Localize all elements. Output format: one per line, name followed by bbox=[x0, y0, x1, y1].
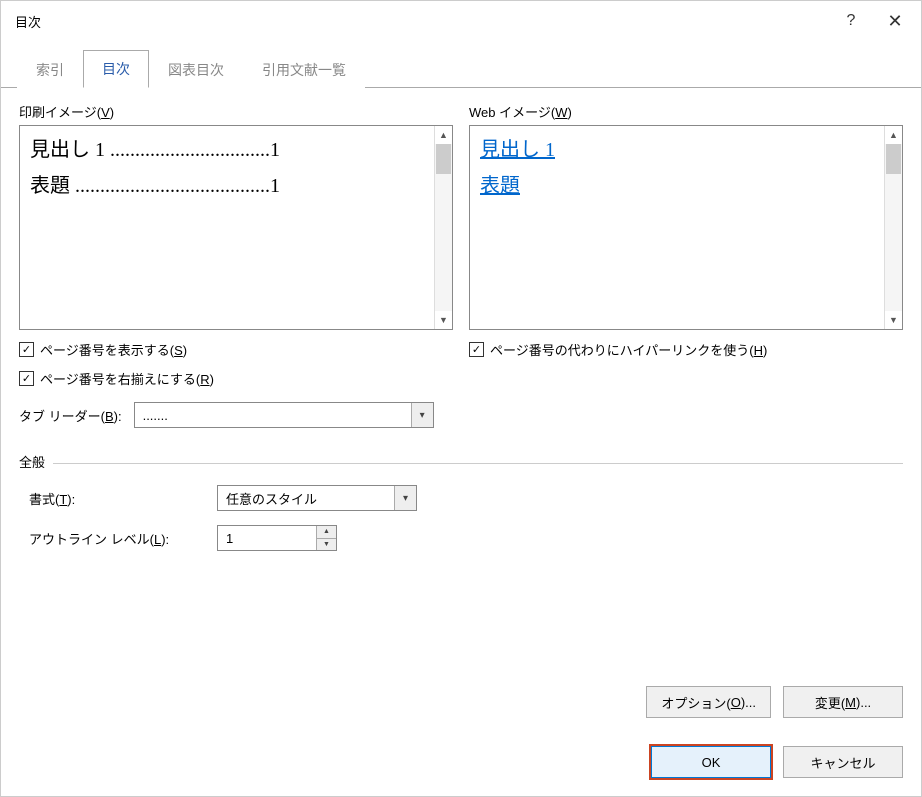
help-icon: ? bbox=[847, 12, 856, 30]
checkbox-icon[interactable] bbox=[469, 342, 484, 357]
checkbox-label: ページ番号を表示する(S) bbox=[40, 340, 187, 359]
titlebar: 目次 ? ✕ bbox=[1, 1, 921, 41]
chevron-down-icon[interactable]: ▾ bbox=[411, 403, 433, 427]
tab-strip: 索引 目次 図表目次 引用文献一覧 bbox=[1, 49, 921, 88]
modify-button[interactable]: 変更(M)... bbox=[783, 686, 903, 718]
format-dropdown[interactable]: 任意のスタイル ▾ bbox=[217, 485, 417, 511]
close-icon: ✕ bbox=[887, 11, 902, 32]
print-preview-label: 印刷イメージ(V) bbox=[19, 102, 453, 121]
format-row: 書式(T): 任意のスタイル ▾ bbox=[29, 485, 893, 511]
tab-citations[interactable]: 引用文献一覧 bbox=[243, 51, 365, 88]
print-preview-column: 印刷イメージ(V) 見出し 1 ........................… bbox=[19, 102, 453, 428]
format-label: 書式(T): bbox=[29, 489, 199, 508]
scroll-down-icon[interactable]: ▼ bbox=[435, 311, 452, 329]
format-value: 任意のスタイル bbox=[218, 489, 394, 508]
close-button[interactable]: ✕ bbox=[873, 2, 917, 40]
checkbox-show-page-numbers[interactable]: ページ番号を表示する(S) bbox=[19, 340, 453, 359]
tab-leader-dropdown[interactable]: ....... ▾ bbox=[134, 402, 434, 428]
web-preview-link-1[interactable]: 見出し 1 bbox=[480, 139, 555, 161]
web-preview-content: 見出し 1 表題 bbox=[470, 126, 884, 329]
preview-row: 印刷イメージ(V) 見出し 1 ........................… bbox=[19, 102, 903, 428]
print-preview-box: 見出し 1 ................................1 … bbox=[19, 125, 453, 330]
tab-leader-value: ....... bbox=[135, 408, 411, 423]
outline-level-spinner[interactable]: 1 ▲ ▼ bbox=[217, 525, 337, 551]
toc-dialog: 目次 ? ✕ 索引 目次 図表目次 引用文献一覧 印刷イメージ(V) 見出し 1… bbox=[0, 0, 922, 797]
print-preview-content: 見出し 1 ................................1 … bbox=[20, 126, 434, 329]
checkbox-label: ページ番号の代わりにハイパーリンクを使う(H) bbox=[490, 340, 767, 359]
help-button[interactable]: ? bbox=[829, 2, 873, 40]
outline-level-value: 1 bbox=[218, 526, 316, 550]
scroll-up-icon[interactable]: ▲ bbox=[435, 126, 452, 144]
options-button[interactable]: オプション(O)... bbox=[646, 686, 771, 718]
dialog-title: 目次 bbox=[15, 12, 829, 31]
tab-content: 印刷イメージ(V) 見出し 1 ........................… bbox=[1, 88, 921, 732]
cancel-button[interactable]: キャンセル bbox=[783, 746, 903, 778]
tab-leader-row: タブ リーダー(B): ....... ▾ bbox=[19, 402, 453, 428]
print-preview-scrollbar[interactable]: ▲ ▼ bbox=[434, 126, 452, 329]
spinner-down-icon[interactable]: ▼ bbox=[317, 539, 336, 551]
options-row: オプション(O)... 変更(M)... bbox=[19, 670, 903, 718]
scroll-track[interactable] bbox=[435, 144, 452, 311]
tab-toc[interactable]: 目次 bbox=[83, 50, 149, 88]
scroll-thumb[interactable] bbox=[436, 144, 451, 174]
print-preview-line-1: 見出し 1 ................................1 bbox=[30, 132, 424, 168]
dialog-footer: OK キャンセル bbox=[1, 732, 921, 796]
scroll-track[interactable] bbox=[885, 144, 902, 311]
scroll-thumb[interactable] bbox=[886, 144, 901, 174]
web-preview-label: Web イメージ(W) bbox=[469, 102, 903, 121]
checkbox-icon[interactable] bbox=[19, 342, 34, 357]
outline-level-label: アウトライン レベル(L): bbox=[29, 529, 199, 548]
tab-leader-label: タブ リーダー(B): bbox=[19, 406, 122, 425]
checkbox-use-hyperlinks[interactable]: ページ番号の代わりにハイパーリンクを使う(H) bbox=[469, 340, 903, 359]
scroll-down-icon[interactable]: ▼ bbox=[885, 311, 902, 329]
checkbox-label: ページ番号を右揃えにする(R) bbox=[40, 369, 214, 388]
general-heading: 全般 bbox=[19, 452, 45, 471]
print-preview-line-2: 表題 .....................................… bbox=[30, 168, 424, 204]
web-preview-scrollbar[interactable]: ▲ ▼ bbox=[884, 126, 902, 329]
spinner-up-icon[interactable]: ▲ bbox=[317, 526, 336, 539]
outline-level-row: アウトライン レベル(L): 1 ▲ ▼ bbox=[29, 525, 893, 551]
web-preview-box: 見出し 1 表題 ▲ ▼ bbox=[469, 125, 903, 330]
tab-figures[interactable]: 図表目次 bbox=[149, 51, 243, 88]
chevron-down-icon[interactable]: ▾ bbox=[394, 486, 416, 510]
web-preview-column: Web イメージ(W) 見出し 1 表題 ▲ ▼ bbox=[469, 102, 903, 428]
ok-button[interactable]: OK bbox=[651, 746, 771, 778]
scroll-up-icon[interactable]: ▲ bbox=[885, 126, 902, 144]
tab-index[interactable]: 索引 bbox=[17, 51, 83, 88]
checkbox-icon[interactable] bbox=[19, 371, 34, 386]
general-section: 全般 書式(T): 任意のスタイル ▾ アウトライン レベル(L): bbox=[19, 452, 903, 565]
checkbox-right-align-page-numbers[interactable]: ページ番号を右揃えにする(R) bbox=[19, 369, 453, 388]
web-preview-link-2[interactable]: 表題 bbox=[480, 175, 520, 197]
